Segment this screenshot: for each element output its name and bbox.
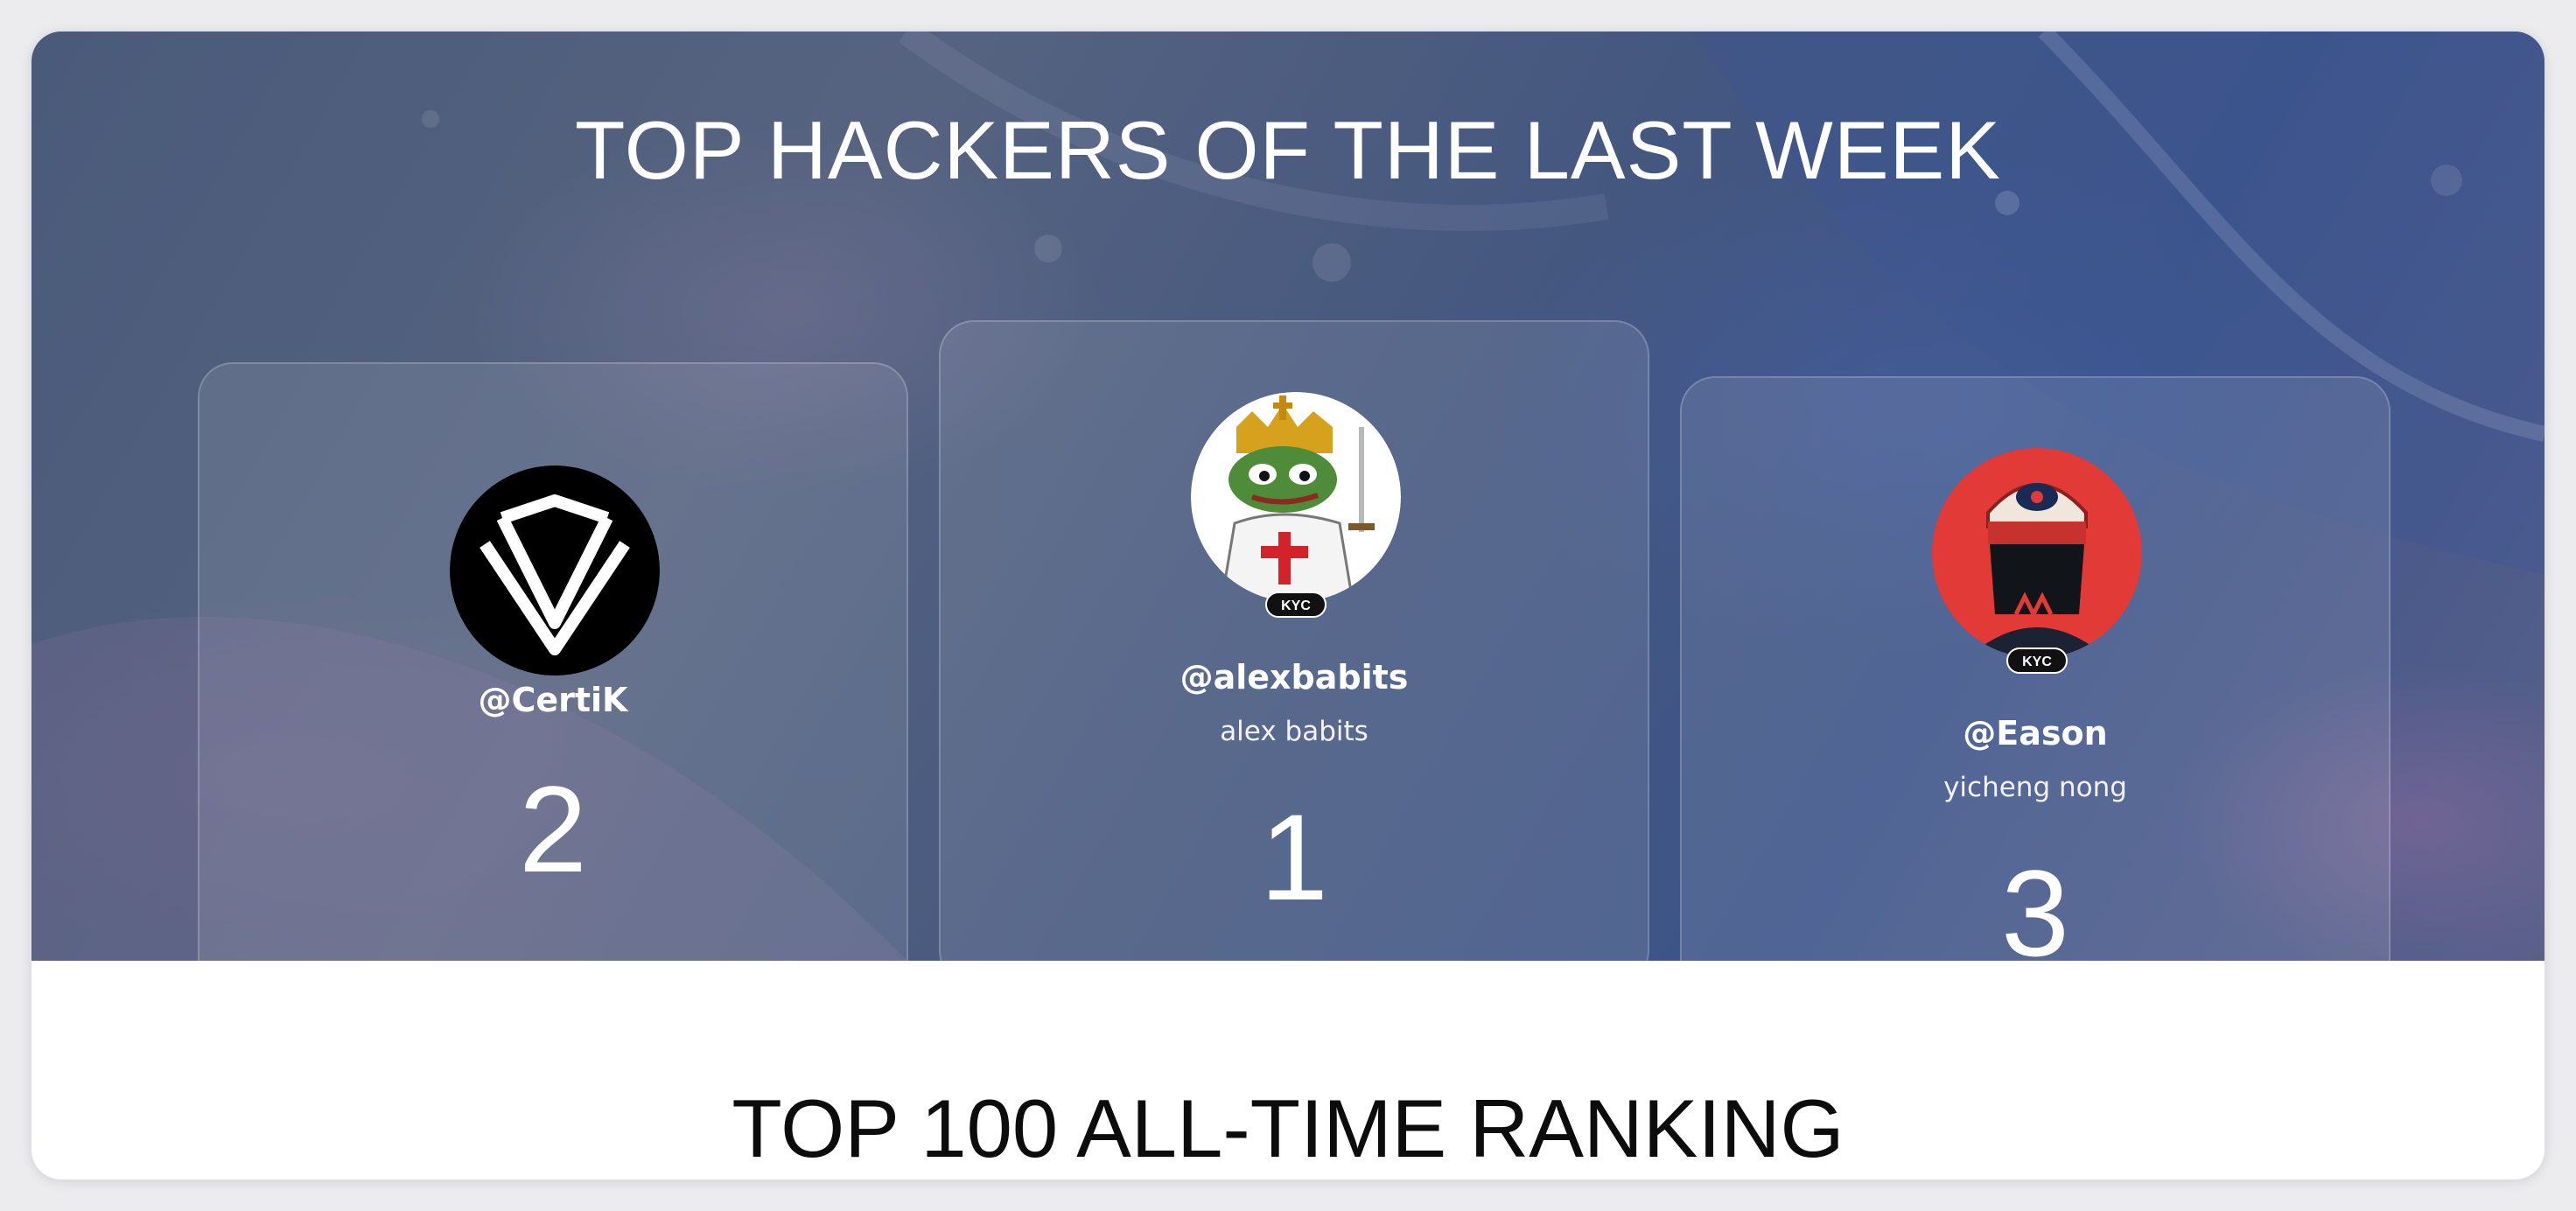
certik-logo-icon: [450, 466, 660, 676]
hacker-name: alex babits: [1220, 716, 1368, 747]
podium-card-2[interactable]: @CertiK 2: [198, 362, 908, 961]
rank-number: 2: [519, 760, 587, 898]
cap-hacker-avatar: [1932, 448, 2142, 658]
hero-title: TOP HACKERS OF THE LAST WEEK: [575, 104, 2001, 196]
hacker-name: yicheng nong: [1943, 772, 2127, 803]
hacker-handle[interactable]: @CertiK: [200, 681, 906, 719]
podium-card-3[interactable]: KYC @Eason yicheng nong 3: [1680, 376, 2390, 961]
kyc-badge: KYC: [1265, 592, 1326, 618]
kyc-badge: KYC: [2006, 648, 2068, 674]
rank-number: 3: [2001, 844, 2069, 962]
avatar[interactable]: KYC: [1191, 392, 1401, 618]
hero-banner: TOP HACKERS OF THE LAST WEEK @CertiK 2 K…: [32, 32, 2544, 961]
avatar[interactable]: [450, 466, 660, 676]
podium-card-1[interactable]: KYC @alexbabits alex babits 1: [939, 320, 1649, 961]
hacker-handle[interactable]: @alexbabits: [941, 658, 1648, 696]
leaderboard-panel: TOP HACKERS OF THE LAST WEEK @CertiK 2 K…: [32, 32, 2544, 1180]
crowned-frog-knight-avatar: [1191, 392, 1401, 602]
hacker-handle[interactable]: @Eason: [1682, 714, 2389, 752]
rank-number: 1: [1260, 788, 1328, 926]
avatar[interactable]: KYC: [1932, 448, 2142, 674]
ranking-title: TOP 100 ALL-TIME RANKING: [732, 1082, 1844, 1174]
